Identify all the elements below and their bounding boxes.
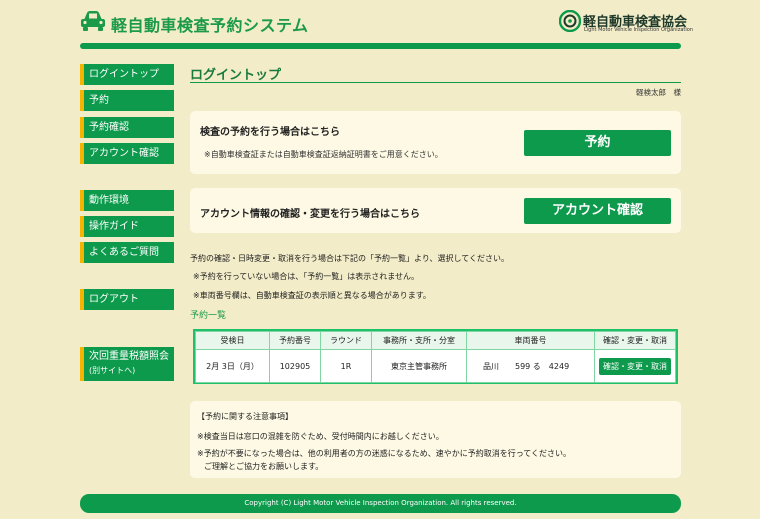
reserve-heading: 検査の予約を行う場合はこちら [200, 127, 340, 138]
cell-round: 1R [320, 349, 372, 383]
sidebar-item-reserve-confirm[interactable]: 予約確認 [80, 117, 174, 138]
account-heading: アカウント情報の確認・変更を行う場合はこちら [200, 209, 420, 220]
cell-office: 東京主管事務所 [371, 349, 467, 383]
notice-line: ご理解とご協力をお願いします。 [204, 462, 324, 471]
header: 軽自動車検査予約システム 軽自動車検査協会 Light Motor Vehicl… [0, 0, 760, 50]
info-text: 予約の確認・日時変更・取消を行う場合は下記の「予約一覧」より、選択してください。 [190, 254, 510, 263]
sidebar-item-environment[interactable]: 動作環境 [80, 190, 174, 211]
site-title: 軽自動車検査予約システム [111, 16, 309, 35]
column-header: 受検日 [195, 331, 270, 350]
sidebar-item-account[interactable]: アカウント確認 [80, 143, 174, 164]
column-header: 車両番号 [466, 331, 595, 350]
cell-action: 確認・変更・取消 [594, 349, 676, 383]
cell-number: 102905 [269, 349, 321, 383]
header-divider [80, 43, 681, 49]
notice-line: ※予約が不要になった場合は、他の利用者の方の迷惑になるため、速やかに予約取消を行… [197, 449, 572, 458]
sidebar-item-label: 予約確認 [89, 122, 129, 133]
column-header: 確認・変更・取消 [594, 331, 676, 350]
sidebar-item-guide[interactable]: 操作ガイド [80, 216, 174, 237]
cell-date: 2月 3日（月） [195, 349, 270, 383]
info-note: ※車両番号欄は、自動車検査証の表示順と異なる場合があります。 [193, 291, 431, 300]
sidebar-item-logout[interactable]: ログアウト [80, 289, 174, 310]
user-name: 軽検太郎 様 [636, 88, 681, 97]
account-panel: アカウント情報の確認・変更を行う場合はこちら アカウント確認 [190, 188, 681, 233]
title-divider [190, 82, 681, 83]
reserve-button[interactable]: 予約 [524, 130, 671, 156]
sidebar-item-label: 予約 [89, 95, 109, 106]
confirm-change-cancel-button[interactable]: 確認・変更・取消 [599, 357, 671, 375]
sidebar-item-label: 動作環境 [89, 195, 129, 206]
info-note: ※予約を行っていない場合は、「予約一覧」は表示されません。 [193, 272, 420, 281]
reservation-table: 受検日 予約番号 ラウンド 事務所・支所・分室 車両番号 確認・変更・取消 2月… [193, 329, 678, 384]
table-row: 2月 3日（月） 102905 1R 東京主管事務所 品川 599 る 4249… [195, 349, 676, 383]
notice-title: 【予約に関する注意事項】 [197, 412, 293, 421]
sidebar-item-sublabel: (別サイトへ) [89, 366, 136, 375]
column-header: ラウンド [320, 331, 372, 350]
reserve-note: ※自動車検査証または自動車検査証返納証明書をご用意ください。 [204, 150, 443, 159]
sidebar-item-weight-tax[interactable]: 次回重量税額照会 (別サイトへ) [80, 347, 174, 381]
sidebar-item-label: 操作ガイド [89, 221, 139, 232]
sidebar-item-login-top[interactable]: ログイントップ [80, 64, 174, 85]
page-title: ログイントップ [190, 68, 282, 83]
org-name-en: Light Motor Vehicle Inspection Organizat… [584, 27, 693, 33]
cell-plate: 品川 599 る 4249 [466, 349, 595, 383]
org-mark-icon [559, 10, 581, 32]
table-header-row: 受検日 予約番号 ラウンド 事務所・支所・分室 車両番号 確認・変更・取消 [195, 331, 676, 350]
sidebar-item-label: 次回重量税額照会 [89, 351, 169, 362]
sidebar-item-label: アカウント確認 [89, 148, 159, 159]
column-header: 事務所・支所・分室 [371, 331, 467, 350]
sidebar-item-faq[interactable]: よくあるご質問 [80, 242, 174, 263]
reserve-panel: 検査の予約を行う場合はこちら ※自動車検査証または自動車検査証返納証明書をご用意… [190, 111, 681, 174]
notice-line: ※検査当日は窓口の混雑を防ぐため、受付時間内にお越しください。 [197, 432, 444, 441]
sidebar-item-reserve[interactable]: 予約 [80, 90, 174, 111]
sidebar-item-label: ログアウト [89, 294, 139, 305]
org-logo[interactable]: 軽自動車検査協会 Light Motor Vehicle Inspection … [559, 10, 693, 36]
notice-panel: 【予約に関する注意事項】 ※検査当日は窓口の混雑を防ぐため、受付時間内にお越しく… [190, 401, 681, 478]
reservation-list-link[interactable]: 予約一覧 [190, 308, 226, 321]
account-button[interactable]: アカウント確認 [524, 198, 671, 224]
car-icon [81, 11, 105, 31]
sidebar-item-label: よくあるご質問 [89, 247, 159, 258]
column-header: 予約番号 [269, 331, 321, 350]
sidebar-item-label: ログイントップ [89, 69, 159, 80]
footer-copyright: Copyright (C) Light Motor Vehicle Inspec… [80, 494, 681, 513]
